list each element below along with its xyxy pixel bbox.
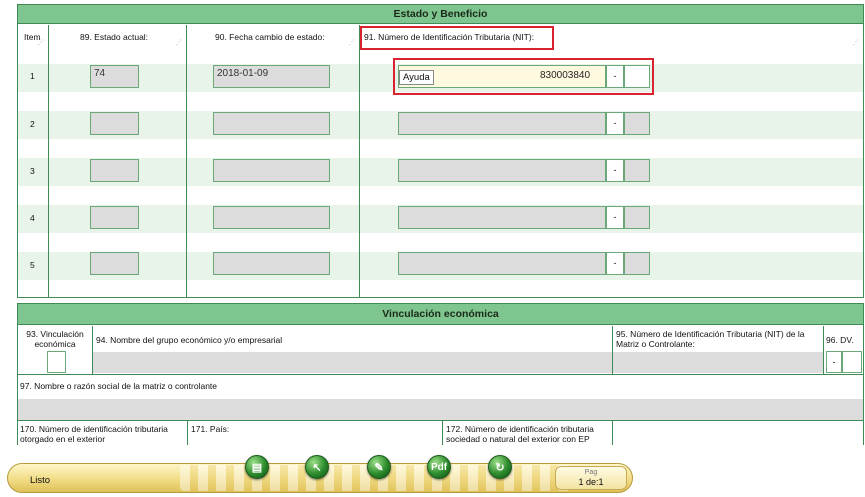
page-indicator: Pag 1 de:1 [555,466,627,490]
col-header-estado: 89. Estado actual: [80,32,149,42]
resize-grip-icon[interactable]: ⋰ [853,40,859,46]
page-value: 1 de:1 [578,477,604,487]
grupo-economico-input[interactable] [93,352,612,373]
row-item-number: 2 [30,119,35,129]
f171-label: 171. País: [191,424,230,434]
column-divider [48,25,49,297]
row-item-number: 3 [30,166,35,176]
nit-dv-separator: - [606,206,624,229]
nit-dv-input[interactable] [624,252,650,275]
fecha-cambio-input[interactable] [213,112,330,135]
nit-dv-input[interactable] [624,159,650,182]
nit-dv-separator: - [606,65,624,88]
section-header-estado: Estado y Beneficio [17,4,864,24]
f170-label: 170. Número de identificación tributaria… [20,424,168,444]
section-title: Vinculación económica [382,308,499,320]
estado-actual-input[interactable] [90,252,139,275]
refresh-icon[interactable]: ↻ [488,455,512,479]
row-item-number: 4 [30,213,35,223]
help-cursor-icon[interactable]: ↖ [305,455,329,479]
razon-social-matriz-input[interactable] [18,399,863,420]
ayuda-button[interactable]: Ayuda [399,70,434,85]
estado-actual-input[interactable]: 74 [90,65,139,88]
form-list-icon[interactable]: ▤ [245,455,269,479]
vinculacion-economica-input[interactable] [47,351,66,373]
f94-label: 94. Nombre del grupo económico y/o empre… [96,335,283,345]
nit-dv-input[interactable] [624,206,650,229]
nit-input[interactable] [398,252,606,275]
section-title: Estado y Beneficio [393,8,488,20]
f93-label: 93. Vinculación económica [26,329,84,349]
f172-label: 172. Número de identificación tributaria… [446,424,594,444]
nit-input[interactable] [398,159,606,182]
resize-grip-icon[interactable]: ⋰ [38,40,44,46]
page-label: Pag [584,469,598,476]
f95-label: 95. Número de Identificación Tributaria … [616,329,805,349]
column-divider [442,421,443,445]
column-divider [359,25,360,297]
nit-input[interactable] [398,206,606,229]
pdf-icon[interactable]: Pdf [427,455,451,479]
row-divider [18,420,863,421]
column-divider [612,421,613,445]
fecha-cambio-input[interactable] [213,252,330,275]
nit-dv-input[interactable] [624,112,650,135]
nit-input[interactable] [398,112,606,135]
estado-actual-input[interactable] [90,112,139,135]
dv-matriz-separator: - [826,351,842,373]
column-divider [823,326,824,374]
section-header-vinculacion: Vinculación económica [17,303,864,325]
nit-dv-separator: - [606,252,624,275]
col-header-fecha: 90. Fecha cambio de estado: [215,32,325,42]
fecha-cambio-input[interactable] [213,159,330,182]
estado-actual-input[interactable] [90,159,139,182]
row-divider [18,374,863,375]
dv-matriz-input[interactable] [842,351,862,373]
resize-grip-icon[interactable]: ⋰ [176,40,182,46]
nit-matriz-input[interactable] [613,352,823,373]
f96-label: 96. DV. [826,335,854,345]
row-item-number: 5 [30,260,35,270]
sign-pen-icon[interactable]: ✎ [367,455,391,479]
row-item-number: 1 [30,71,35,81]
fecha-cambio-input[interactable] [213,206,330,229]
status-text: Listo [30,475,51,486]
resize-grip-icon[interactable]: ⋰ [349,40,355,46]
col-header-nit: 91. Número de Identificación Tributaria … [364,32,535,42]
nit-dv-separator: - [606,159,624,182]
column-divider [186,25,187,297]
nit-dv-input[interactable] [624,65,650,88]
f97-label: 97. Nombre o razón social de la matriz o… [20,381,218,391]
column-divider [187,421,188,445]
nit-value: 830003840 [540,70,591,81]
nit-dv-separator: - [606,112,624,135]
fecha-cambio-input[interactable]: 2018-01-09 [213,65,330,88]
estado-actual-input[interactable] [90,206,139,229]
